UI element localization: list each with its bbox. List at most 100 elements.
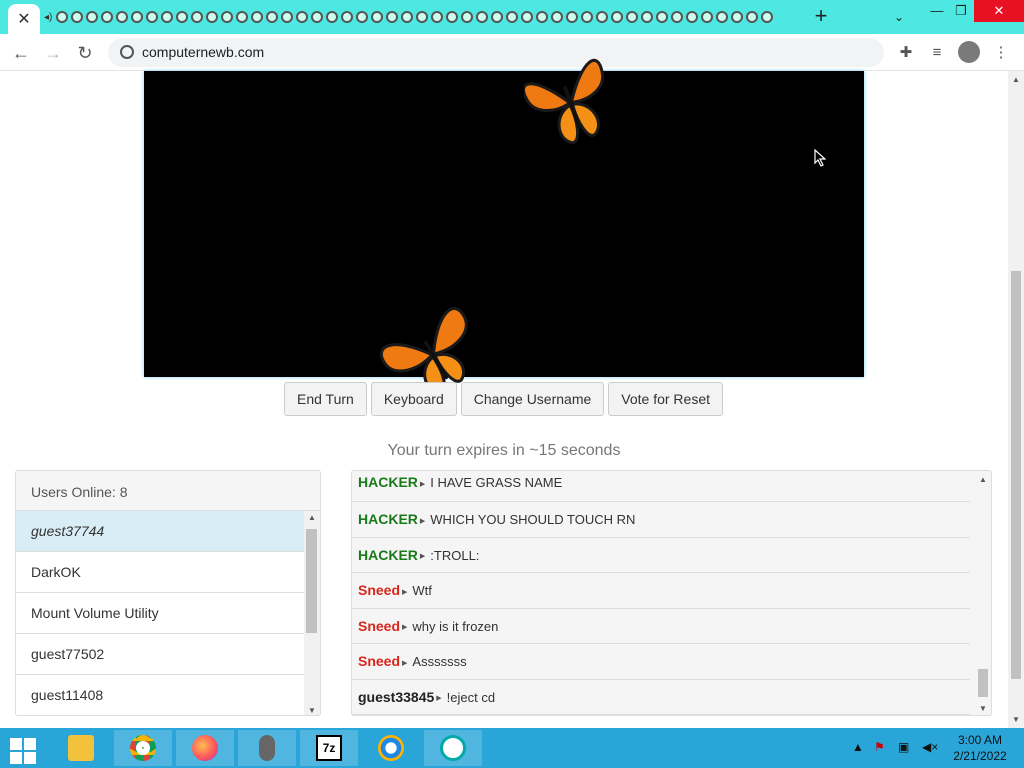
7zip-icon[interactable]: 7z	[300, 730, 358, 766]
list-item[interactable]: DarkOK	[16, 552, 304, 593]
chrome-icon[interactable]	[114, 730, 172, 766]
url-text[interactable]: computernewb.com	[142, 44, 264, 60]
tab-favicon-icon[interactable]	[491, 11, 504, 23]
tab-favicon-icon[interactable]	[206, 11, 219, 23]
active-tab[interactable]: ✕	[8, 4, 40, 34]
mouse-icon[interactable]	[238, 730, 296, 766]
tab-favicon-icon[interactable]	[566, 11, 579, 23]
tab-favicon-icon[interactable]	[626, 11, 639, 23]
new-tab-button[interactable]: +	[808, 4, 834, 30]
scroll-up-icon[interactable]: ▲	[1008, 75, 1024, 84]
scrollbar-thumb[interactable]	[1011, 271, 1021, 679]
scrollbar-thumb[interactable]	[306, 529, 317, 633]
start-button[interactable]	[6, 734, 36, 764]
tab-favicon-icon[interactable]	[221, 11, 234, 23]
tab-favicon-icon[interactable]	[356, 11, 369, 23]
tab-favicon-icon[interactable]	[161, 11, 174, 23]
file-explorer-icon[interactable]	[52, 730, 110, 766]
vm-screen[interactable]	[144, 59, 864, 394]
close-window-button[interactable]: ✕	[974, 0, 1024, 22]
chat-username[interactable]: Sneed	[358, 653, 400, 669]
reload-icon[interactable]: ↻	[72, 40, 98, 66]
tab-favicon-icon[interactable]	[671, 11, 684, 23]
tab-favicon-icon[interactable]	[341, 11, 354, 23]
tab-close-icon[interactable]: ✕	[17, 9, 30, 29]
tab-favicon-icon[interactable]	[506, 11, 519, 23]
firefox-icon[interactable]	[176, 730, 234, 766]
tab-favicon-icon[interactable]	[56, 11, 69, 23]
tab-favicon-icon[interactable]	[311, 11, 324, 23]
chat-username[interactable]: guest33845	[358, 689, 434, 705]
tab-favicon-icon[interactable]	[251, 11, 264, 23]
tab-favicon-icon[interactable]	[611, 11, 624, 23]
user-list-scrollbar[interactable]: ▲ ▼	[304, 511, 320, 715]
change-username-button[interactable]: Change Username	[460, 382, 605, 416]
forward-icon[interactable]: →	[40, 40, 66, 66]
tab-favicon-icon[interactable]	[746, 11, 759, 23]
list-item[interactable]: guest11408	[16, 675, 304, 715]
end-turn-button[interactable]: End Turn	[284, 382, 367, 416]
browser-icon[interactable]	[362, 730, 420, 766]
extensions-icon[interactable]: ✚	[895, 42, 917, 64]
tab-favicon-icon[interactable]	[521, 11, 534, 23]
tab-favicon-icon[interactable]	[296, 11, 309, 23]
menu-icon[interactable]: ⋮	[990, 42, 1012, 64]
maximize-button[interactable]: ❐	[944, 0, 978, 22]
tab-favicon-icon[interactable]	[536, 11, 549, 23]
tab-favicon-icon[interactable]	[131, 11, 144, 23]
tab-favicon-icon[interactable]	[551, 11, 564, 23]
scroll-down-icon[interactable]: ▼	[304, 706, 320, 715]
scroll-down-icon[interactable]: ▼	[975, 704, 991, 713]
chat-username[interactable]: HACKER	[358, 474, 418, 490]
tab-favicon-icon[interactable]	[431, 11, 444, 23]
profile-avatar[interactable]	[958, 41, 980, 63]
chat-username[interactable]: Sneed	[358, 582, 400, 598]
tab-favicon-icon[interactable]	[86, 11, 99, 23]
tab-favicon-icon[interactable]	[101, 11, 114, 23]
media-control-icon[interactable]: ≡	[926, 42, 948, 64]
tab-favicon-icon[interactable]	[461, 11, 474, 23]
accessibility-icon[interactable]	[424, 730, 482, 766]
vote-reset-button[interactable]: Vote for Reset	[608, 382, 723, 416]
chat-scrollbar[interactable]: ▲ ▼	[975, 471, 991, 715]
page-scrollbar[interactable]: ▲ ▼	[1008, 71, 1024, 728]
tab-favicon-icon[interactable]	[476, 11, 489, 23]
tray-overflow-icon[interactable]: ▲	[852, 740, 864, 754]
tab-favicon-icon[interactable]	[581, 11, 594, 23]
chat-username[interactable]: HACKER	[358, 547, 418, 563]
action-center-icon[interactable]: ⚑	[874, 740, 885, 754]
tab-favicon-icon[interactable]	[656, 11, 669, 23]
volume-muted-icon[interactable]: ◀×	[922, 740, 938, 754]
tab-favicon-icon[interactable]	[371, 11, 384, 23]
tab-favicon-icon[interactable]	[191, 11, 204, 23]
address-bar[interactable]: computernewb.com	[108, 38, 884, 67]
tab-favicon-icon[interactable]	[281, 11, 294, 23]
list-item[interactable]: guest37744	[16, 511, 304, 552]
scrollbar-thumb[interactable]	[978, 669, 988, 697]
scroll-up-icon[interactable]: ▲	[304, 513, 320, 522]
chat-username[interactable]: HACKER	[358, 511, 418, 527]
tab-favicon-icon[interactable]	[641, 11, 654, 23]
tab-favicon-icon[interactable]	[446, 11, 459, 23]
tab-favicon-icon[interactable]	[116, 11, 129, 23]
tab-favicon-icon[interactable]	[386, 11, 399, 23]
tab-favicon-icon[interactable]	[236, 11, 249, 23]
list-item[interactable]: Mount Volume Utility	[16, 593, 304, 634]
tab-favicon-icon[interactable]	[416, 11, 429, 23]
chat-username[interactable]: Sneed	[358, 618, 400, 634]
list-item[interactable]: guest77502	[16, 634, 304, 675]
tab-favicon-icon[interactable]	[146, 11, 159, 23]
back-icon[interactable]: ←	[8, 40, 34, 66]
tab-favicon-icon[interactable]	[686, 11, 699, 23]
tab-favicon-icon[interactable]	[326, 11, 339, 23]
tab-favicon-icon[interactable]	[71, 11, 84, 23]
site-info-icon[interactable]	[120, 45, 134, 59]
tab-favicon-icon[interactable]	[266, 11, 279, 23]
tab-favicon-icon[interactable]	[701, 11, 714, 23]
network-icon[interactable]: ▣	[898, 740, 909, 754]
scroll-down-icon[interactable]: ▼	[1008, 715, 1024, 724]
tab-favicon-icon[interactable]	[401, 11, 414, 23]
scroll-up-icon[interactable]: ▲	[975, 475, 991, 484]
keyboard-button[interactable]: Keyboard	[370, 382, 457, 416]
tab-favicon-icon[interactable]	[176, 11, 189, 23]
